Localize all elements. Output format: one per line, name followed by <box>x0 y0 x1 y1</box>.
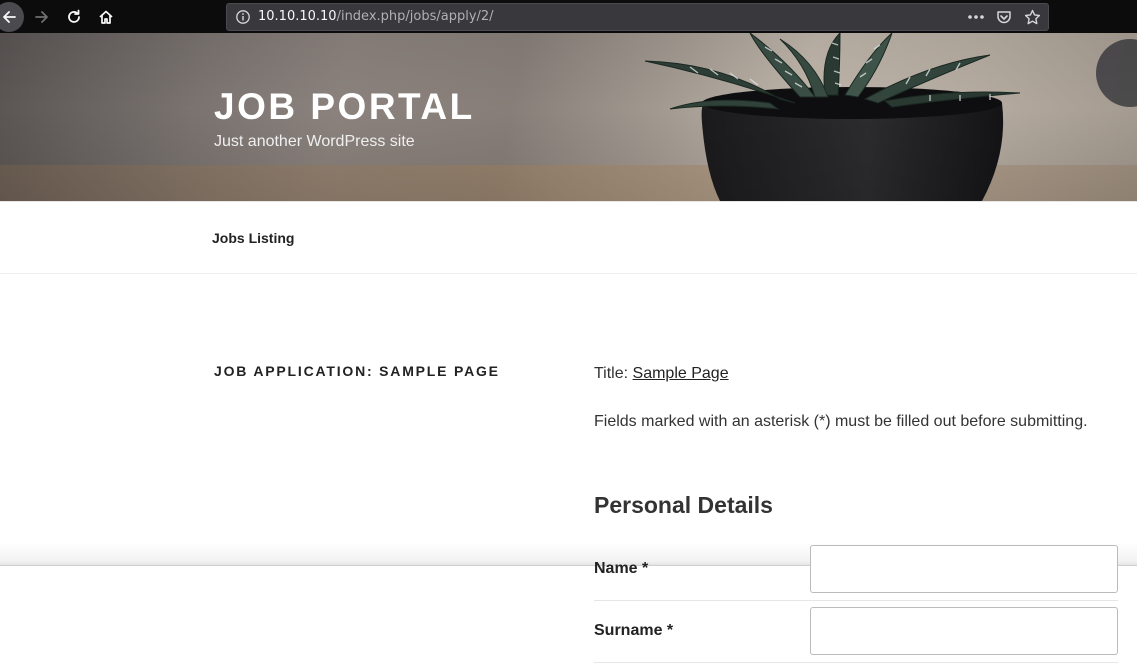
back-arrow-icon <box>3 11 16 23</box>
surname-input[interactable] <box>810 607 1118 655</box>
home-button[interactable] <box>92 3 120 31</box>
url-host: 10.10.10.10 <box>258 9 337 24</box>
url-text[interactable]: 10.10.10.10/index.php/jobs/apply/2/ <box>258 9 494 24</box>
job-title-link[interactable]: Sample Page <box>633 365 729 382</box>
site-title[interactable]: JOB PORTAL <box>214 86 475 128</box>
field-separator <box>594 600 1118 601</box>
surname-label: Surname * <box>594 622 674 639</box>
forward-button[interactable] <box>28 3 56 31</box>
header-shade <box>0 33 1137 201</box>
forward-arrow-icon <box>35 11 48 23</box>
job-title-line: Title: Sample Page <box>594 365 729 383</box>
main-navigation: Jobs Listing <box>0 201 1137 274</box>
url-bar[interactable]: 10.10.10.10/index.php/jobs/apply/2/ <box>226 3 1049 31</box>
nav-item-jobs-listing[interactable]: Jobs Listing <box>212 230 294 246</box>
reload-icon <box>68 9 80 23</box>
page-actions-icon[interactable] <box>964 7 988 27</box>
personal-details-heading: Personal Details <box>594 492 773 518</box>
name-label: Name * <box>594 560 649 577</box>
site-header: JOB PORTAL Just another WordPress site <box>0 33 1137 201</box>
page-title: JOB APPLICATION: SAMPLE PAGE <box>214 363 500 379</box>
info-icon[interactable] <box>235 9 251 30</box>
field-separator <box>594 662 1118 663</box>
home-icon <box>99 10 113 24</box>
back-button[interactable] <box>0 2 24 32</box>
bookmark-star-icon[interactable] <box>1020 7 1044 27</box>
name-input[interactable] <box>810 545 1118 593</box>
browser-toolbar: 10.10.10.10/index.php/jobs/apply/2/ <box>0 0 1137 33</box>
url-path: /index.php/jobs/apply/2/ <box>336 9 494 24</box>
job-title-prefix: Title: <box>594 365 629 382</box>
required-fields-notice: Fields marked with an asterisk (*) must … <box>594 413 1088 430</box>
reload-button[interactable] <box>60 3 88 31</box>
pocket-icon[interactable] <box>992 7 1016 27</box>
site-description: Just another WordPress site <box>214 133 415 150</box>
